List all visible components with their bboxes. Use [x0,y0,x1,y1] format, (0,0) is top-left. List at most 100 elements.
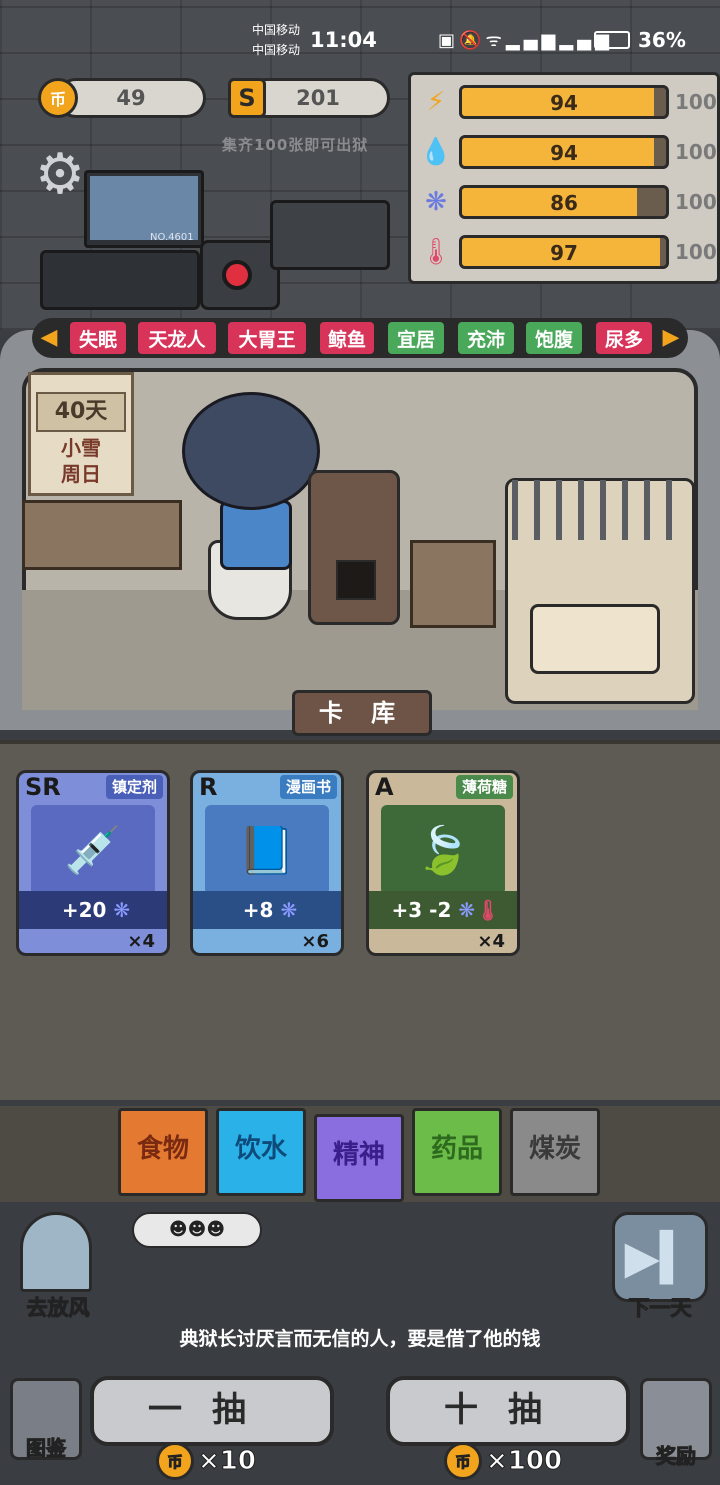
draw-ten-button[interactable]: 十抽 [386,1376,630,1446]
thermometer-icon: 🌡 [419,237,453,267]
thought-bubble: ☻☻☻ [132,1212,262,1248]
stove-fire-icon [336,560,376,600]
tab-medicine[interactable]: 药品 [412,1108,502,1196]
card-comic-book[interactable]: R 漫画书 📘 +8 ❋ ×6 [190,770,344,956]
comic-book-icon: 📘 [205,805,329,895]
card-mint-candy[interactable]: A 薄荷糖 🍃 +3 -2 ❋🌡 ×4 [366,770,520,956]
draw-ten-cost: 币 ×100 [444,1442,563,1480]
calendar-days: 40天 [36,392,126,432]
nfc-icon: ▣ [438,30,460,51]
tag-item[interactable]: 失眠 [70,322,126,354]
energy-icon: ⚡ [426,87,446,117]
draw-one-cost-value: ×10 [198,1446,257,1477]
card-count: ×4 [477,931,505,952]
collect-hint: 集齐100张即可出狱 [222,136,369,154]
tab-food[interactable]: 食物 [118,1108,208,1196]
prisoner-number: NO.4601 [150,232,194,243]
spirit-bar: 86 [459,185,669,219]
tag-scroll-right-icon[interactable]: ▶ [660,322,682,354]
card-counter: 201 [246,78,390,118]
coal-stove [308,470,400,625]
card-effect-value: +20 [61,898,107,922]
battery-percent: 36% [638,28,686,52]
wooden-table [22,500,182,570]
next-day-icon[interactable]: ▶▍ [612,1212,708,1302]
guard-avatar-icon: ☻☻☻ [168,1219,226,1240]
water-drop-icon: 💧 [419,137,453,167]
card-name: 镇定剂 [105,775,163,799]
gossip-text: 典狱长讨厌言而无信的人，要是借了他的钱 [179,1328,541,1350]
cell-door-icon[interactable] [20,1212,92,1292]
draw-one-cost: 币 ×10 [156,1442,256,1480]
bed-rail [512,480,680,540]
tag-item[interactable]: 鲸鱼 [320,322,374,354]
wooden-stool [410,540,496,628]
tab-water[interactable]: 饮水 [216,1108,306,1196]
temperature-value: 97 [550,241,578,265]
stats-board: ⚡ 94 100 💧 94 100 ❋ 86 100 🌡 97 100 [408,72,720,284]
carrier-label-2: 中国移动 [252,43,301,57]
water-value: 94 [550,141,578,165]
calendar-weather: 小雪 [61,436,101,460]
draw-ten-cost-value: ×100 [485,1446,563,1477]
card-tranquilizer[interactable]: SR 镇定剂 💉 +20 ❋ ×4 [16,770,170,956]
energy-bar: 94 [459,85,669,119]
reward-button[interactable]: 奖励 [640,1440,712,1469]
tag-scroll-left-icon[interactable]: ◀ [38,322,60,354]
card-name: 漫画书 [279,775,337,799]
card-effect: +3 -2 ❋🌡 [369,891,517,929]
bed-pillow [530,604,660,674]
card-library-title: 卡 库 [292,690,432,736]
stat-row-water: 💧 94 100 [419,131,719,173]
tag-item[interactable]: 尿多 [596,322,652,354]
card-rank: A [375,773,394,801]
card-rank: SR [25,773,61,801]
stat-row-spirit: ❋ 86 100 [419,181,719,223]
spirit-max: 100 [675,190,717,214]
tab-spirit[interactable]: 精神 [314,1114,404,1202]
tab-coal[interactable]: 煤炭 [510,1108,600,1196]
coin-icon: 币 [156,1442,194,1480]
machinery [40,250,200,310]
settings-gear-icon[interactable]: ⚙ [30,145,90,205]
brain-icon: ❋ [458,898,476,922]
tag-item[interactable]: 大胃王 [228,322,306,354]
card-count: ×6 [301,931,329,952]
status-bar: 中国移动 中国移动 11:04 ▣🔕ᯤ▂▄▆▂▄▆ 36% [0,0,720,80]
coin-counter: 49 [56,78,206,118]
draw-one-button[interactable]: 一抽 [90,1376,334,1446]
signal-icon: ▂▄▆ [505,30,560,51]
status-icons: ▣🔕ᯤ▂▄▆▂▄▆ [438,28,613,52]
energy-max: 100 [675,90,717,114]
wifi-icon: ᯤ [485,30,506,51]
card-rank: R [199,773,218,801]
go-out-button[interactable]: 去放风 [8,1292,108,1322]
stat-row-energy: ⚡ 94 100 [419,81,719,123]
next-day-button[interactable]: 下一天 [604,1292,716,1322]
prisoner-avatar[interactable] [182,392,320,510]
card-effect: +8 ❋ [193,891,341,929]
syringe-icon: 💉 [31,805,155,895]
tag-item[interactable]: 天龙人 [138,322,216,354]
alarm-light-icon [222,260,252,290]
prisoner-body [220,500,292,570]
coin-icon: 币 [38,78,78,118]
coin-icon: 币 [444,1442,482,1480]
atlas-button[interactable]: 图鉴 [10,1432,82,1461]
tag-item[interactable]: 充沛 [458,322,514,354]
card-count: ×4 [127,931,155,952]
monitor-screen [90,176,198,240]
tag-item[interactable]: 宜居 [388,322,444,354]
spirit-value: 86 [550,191,578,215]
brain-icon: ❋ [280,898,298,922]
mute-icon: 🔕 [459,30,486,51]
tag-item[interactable]: 饱腹 [526,322,582,354]
calendar-weekday: 周日 [61,462,101,486]
card-name: 薄荷糖 [455,775,513,799]
card-badge-icon: S [228,78,266,118]
mint-leaf-icon: 🍃 [381,805,505,895]
card-effect-value: +3 -2 [391,898,452,922]
card-effect: +20 ❋ [19,891,167,929]
battery-icon [594,31,630,49]
temperature-bar: 97 [459,235,669,269]
